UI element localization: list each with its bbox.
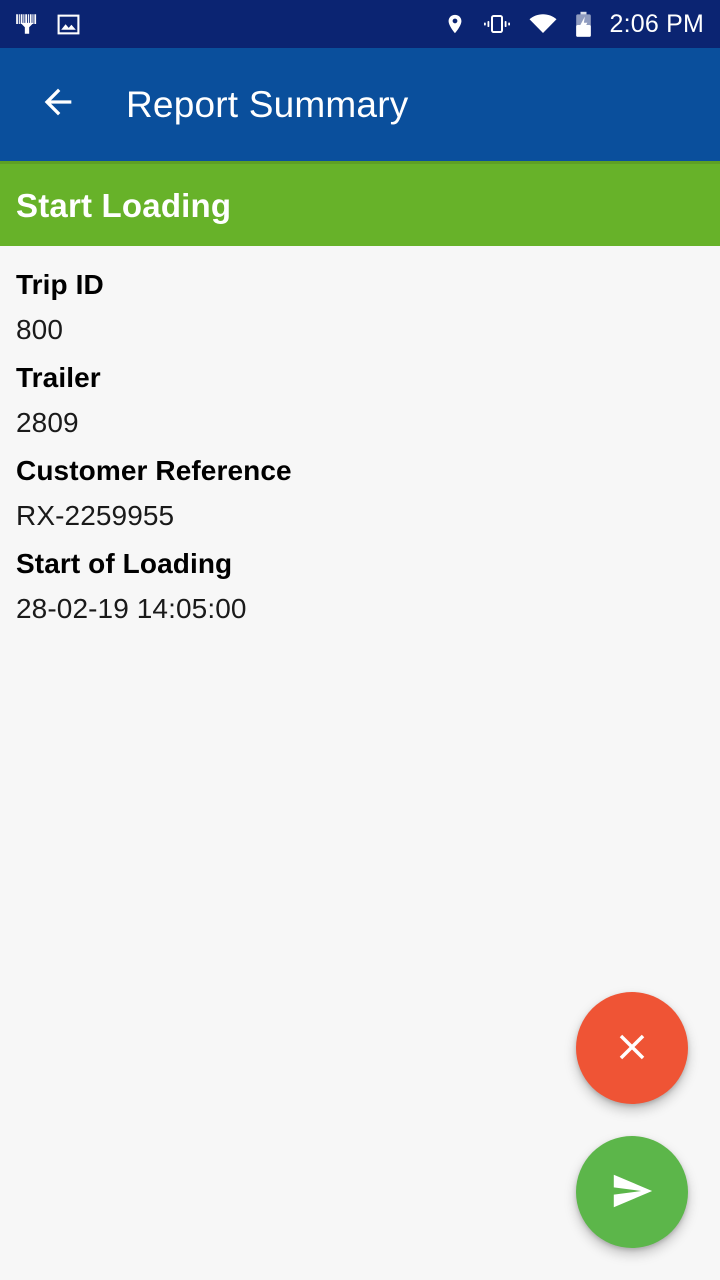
status-bar-right-icons: 2:06 PM <box>444 0 704 48</box>
field-label-start-of-loading: Start of Loading <box>16 548 233 579</box>
close-icon <box>611 1026 653 1071</box>
list-item: Start of Loading 28-02-19 14:05:00 <box>16 541 704 631</box>
field-value-customer-reference: RX-2259955 <box>16 500 175 531</box>
back-button[interactable] <box>34 81 82 129</box>
arrow-left-icon <box>38 82 78 127</box>
cancel-button[interactable] <box>576 992 688 1104</box>
section-header-title: Start Loading <box>16 186 232 224</box>
send-icon <box>609 1168 655 1217</box>
list-item: Customer Reference RX-2259955 <box>16 448 704 538</box>
field-value-trailer: 2809 <box>16 407 79 438</box>
field-label-trailer: Trailer <box>16 362 101 393</box>
field-label-trip-id: Trip ID <box>16 269 104 300</box>
location-pin-icon <box>444 11 466 37</box>
battery-charging-icon <box>575 11 592 38</box>
section-header: Start Loading <box>0 161 720 246</box>
vibrate-icon <box>483 11 511 37</box>
list-item: Trip ID 800 <box>16 262 704 352</box>
app-bar: Report Summary <box>0 48 720 161</box>
list-item: Trailer 2809 <box>16 355 704 445</box>
status-bar-clock: 2:06 PM <box>609 9 704 38</box>
report-details-list: Trip ID 800 Trailer 2809 Customer Refere… <box>0 246 720 631</box>
status-bar: 2:06 PM <box>0 0 720 48</box>
image-icon <box>56 12 81 37</box>
page-title: Report Summary <box>126 84 409 125</box>
wifi-icon <box>528 12 558 36</box>
status-bar-left-icons <box>14 11 81 37</box>
field-value-start-of-loading: 28-02-19 14:05:00 <box>16 593 247 624</box>
send-button[interactable] <box>576 1136 688 1248</box>
barcode-scanner-icon <box>14 11 40 37</box>
field-label-customer-reference: Customer Reference <box>16 455 292 486</box>
field-value-trip-id: 800 <box>16 314 64 345</box>
